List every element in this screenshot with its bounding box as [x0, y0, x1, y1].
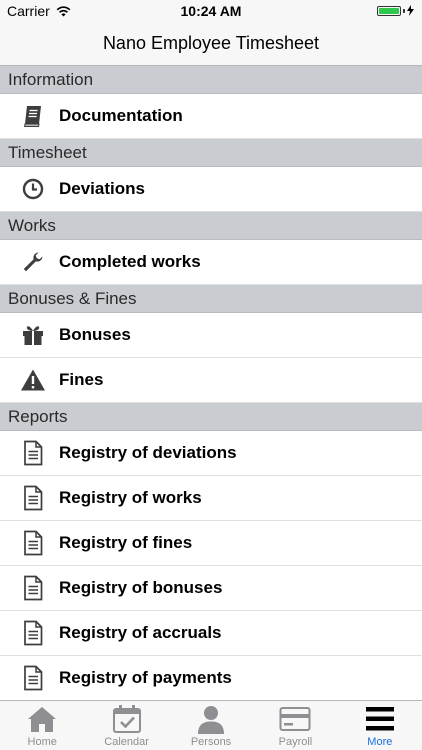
- list-item-registry-of-works[interactable]: Registry of works: [0, 476, 422, 521]
- list-item-deviations[interactable]: Deviations: [0, 167, 422, 212]
- home-icon: [26, 704, 58, 734]
- section-header: Timesheet: [0, 139, 422, 167]
- list-item-label: Deviations: [59, 179, 145, 198]
- menu-list: Information Documentation Timesheet Deviati…: [0, 66, 422, 701]
- tab-more[interactable]: More: [338, 701, 422, 750]
- list-item-documentation[interactable]: Documentation: [0, 94, 422, 139]
- tab-calendar[interactable]: Calendar: [84, 701, 168, 750]
- list-item-label: Completed works: [59, 252, 201, 271]
- gift-icon: [20, 322, 46, 348]
- tab-label: Payroll: [278, 736, 313, 748]
- list-item-label: Fines: [59, 370, 104, 389]
- page-title: Nano Employee Timesheet: [102, 33, 320, 53]
- wrench-icon: [20, 249, 46, 275]
- list-item-label: Registry of bonuses: [59, 578, 223, 597]
- list-item-label: Bonuses: [59, 325, 131, 344]
- list-item-registry-of-accruals[interactable]: Registry of accruals: [0, 611, 422, 656]
- document-icon: [20, 530, 46, 556]
- navigation-bar: Nano Employee Timesheet: [0, 22, 422, 66]
- list-item-registry-of-bonuses[interactable]: Registry of bonuses: [0, 566, 422, 611]
- tab-persons[interactable]: Persons: [169, 701, 253, 750]
- list-item-registry-of-payments[interactable]: Registry of payments: [0, 656, 422, 701]
- list-item-registry-of-deviations[interactable]: Registry of deviations: [0, 431, 422, 476]
- person-icon: [195, 704, 227, 734]
- list-item-registry-of-fines[interactable]: Registry of fines: [0, 521, 422, 566]
- section-header: Reports: [0, 403, 422, 431]
- section-header: Bonuses & Fines: [0, 285, 422, 313]
- document-icon: [20, 440, 46, 466]
- section-header: Works: [0, 212, 422, 240]
- tab-home[interactable]: Home: [0, 701, 84, 750]
- warning-icon: [20, 367, 46, 393]
- list-item-label: Registry of fines: [59, 533, 193, 552]
- list-item-bonuses[interactable]: Bonuses: [0, 313, 422, 358]
- list-item-completed-works[interactable]: Completed works: [0, 240, 422, 285]
- list-item-label: Registry of works: [59, 488, 202, 507]
- tab-label: Calendar: [104, 736, 149, 748]
- tab-label: Home: [27, 736, 57, 748]
- card-icon: [279, 704, 311, 734]
- tab-label: More: [367, 736, 393, 748]
- list-item-label: Registry of payments: [59, 668, 232, 687]
- list-item-label: Registry of accruals: [59, 623, 222, 642]
- document-icon: [20, 620, 46, 646]
- status-time: 10:24 AM: [180, 3, 242, 19]
- book-icon: [20, 103, 46, 129]
- document-icon: [20, 485, 46, 511]
- tab-bar: Home Calendar Persons Payroll More: [0, 700, 422, 750]
- list-item-label: Registry of deviations: [59, 443, 237, 462]
- clock-icon: [20, 176, 46, 202]
- battery-icon: [377, 5, 414, 16]
- status-bar: Carrier 10:24 AM: [0, 0, 422, 22]
- section-header: Information: [0, 66, 422, 94]
- list-item-label: Documentation: [59, 106, 183, 125]
- charging-icon: [407, 5, 414, 16]
- document-icon: [20, 575, 46, 601]
- tab-label: Persons: [190, 736, 232, 748]
- document-icon: [20, 665, 46, 691]
- tab-payroll[interactable]: Payroll: [253, 701, 337, 750]
- menu-icon: [364, 704, 396, 734]
- list-item-fines[interactable]: Fines: [0, 358, 422, 403]
- calendar-icon: [111, 704, 143, 734]
